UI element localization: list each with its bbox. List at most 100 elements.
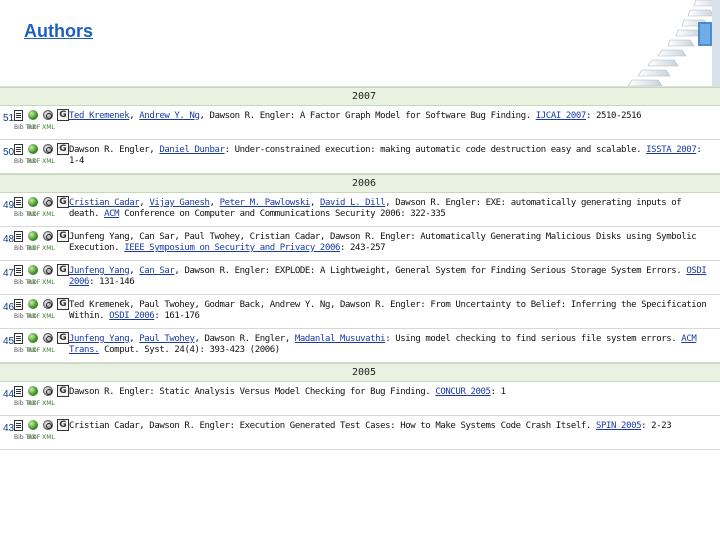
citation-fragment: : 243-257 xyxy=(340,243,386,253)
citation-link[interactable]: Ted Kremenek xyxy=(69,111,130,121)
citation-link[interactable]: CONCUR 2005 xyxy=(435,387,491,397)
citation-text: Ted Kremenek, Paul Twohey, Godmar Back, … xyxy=(69,300,714,322)
citeseer-search-icon[interactable] xyxy=(43,110,53,120)
citation-link[interactable]: Can Sar xyxy=(139,266,175,276)
entry-number: 47 xyxy=(3,268,15,279)
citation-fragment: , xyxy=(309,198,320,208)
publication-entry: 51 G Bib TeX RDF XML Ted Kremenek, Andrew Y.… xyxy=(0,106,720,140)
electronic-edition-icon[interactable] xyxy=(14,386,23,397)
electronic-edition-icon[interactable] xyxy=(14,231,23,242)
globe-icon[interactable] xyxy=(28,386,38,396)
entry-number: 50 xyxy=(3,147,15,158)
rdf-xml-icon[interactable]: RDF XML xyxy=(28,435,55,441)
citeseer-search-icon[interactable] xyxy=(43,386,53,396)
rdf-xml-icon[interactable]: RDF XML xyxy=(28,401,55,407)
entry-number: 51 xyxy=(3,113,15,124)
citation-link[interactable]: Cristian Cadar xyxy=(69,198,140,208)
citation-link[interactable]: Junfeng Yang xyxy=(69,334,130,344)
rdf-xml-icon[interactable]: RDF XML xyxy=(28,314,55,320)
citation-fragment: : Using model checking to find serious f… xyxy=(385,334,682,344)
rdf-xml-icon[interactable]: RDF XML xyxy=(28,246,55,252)
electronic-edition-icon[interactable] xyxy=(14,333,23,344)
google-scholar-icon[interactable]: G xyxy=(57,264,69,276)
citation-fragment: , xyxy=(129,266,140,276)
citation-fragment: , xyxy=(129,334,140,344)
citation-fragment: Cristian Cadar, Dawson R. Engler: Execut… xyxy=(69,421,596,431)
electronic-edition-icon[interactable] xyxy=(14,299,23,310)
globe-icon[interactable] xyxy=(28,265,38,275)
citation-link[interactable]: OSDI 2006 xyxy=(109,311,155,321)
citation-link[interactable]: Andrew Y. Ng xyxy=(139,111,200,121)
citation-link[interactable]: Junfeng Yang xyxy=(69,266,130,276)
citation-link[interactable]: Madanlal Musuvathi xyxy=(295,334,386,344)
entry-number: 43 xyxy=(3,423,15,434)
year-label: 2005 xyxy=(351,367,377,378)
page-title[interactable]: Authors xyxy=(24,21,93,42)
rdf-xml-icon[interactable]: RDF XML xyxy=(28,348,55,354)
citation-link[interactable]: Vijay Ganesh xyxy=(149,198,210,208)
google-scholar-icon[interactable]: G xyxy=(57,143,69,155)
citation-link[interactable]: SPIN 2005 xyxy=(596,421,642,431)
publication-entry: 45 G Bib TeX RDF XML Junfeng Yang, Paul Twoh… xyxy=(0,329,720,363)
globe-icon[interactable] xyxy=(28,299,38,309)
citation-link[interactable]: Paul Twohey xyxy=(139,334,195,344)
electronic-edition-icon[interactable] xyxy=(14,420,23,431)
citeseer-search-icon[interactable] xyxy=(43,144,53,154)
citeseer-search-icon[interactable] xyxy=(43,265,53,275)
google-scholar-icon[interactable]: G xyxy=(57,230,69,242)
citeseer-search-icon[interactable] xyxy=(43,231,53,241)
entry-icons: G Bib TeX RDF XML xyxy=(14,229,70,259)
entry-icons: G Bib TeX RDF XML xyxy=(14,142,70,172)
globe-icon[interactable] xyxy=(28,420,38,430)
electronic-edition-icon[interactable] xyxy=(14,144,23,155)
citation-text: Dawson R. Engler: Static Analysis Versus… xyxy=(69,387,714,398)
globe-icon[interactable] xyxy=(28,110,38,120)
citation-link[interactable]: IJCAI 2007 xyxy=(536,111,587,121)
citation-link[interactable]: IEEE Symposium on Security and Privacy 2… xyxy=(124,243,340,253)
citation-fragment: , xyxy=(139,198,150,208)
rdf-xml-icon[interactable]: RDF XML xyxy=(28,280,55,286)
entry-number: 45 xyxy=(3,336,15,347)
year-label: 2007 xyxy=(351,91,377,102)
globe-icon[interactable] xyxy=(28,333,38,343)
citeseer-search-icon[interactable] xyxy=(43,197,53,207)
citation-link[interactable]: Daniel Dunbar xyxy=(159,145,225,155)
google-scholar-icon[interactable]: G xyxy=(57,385,69,397)
citation-fragment: Dawson R. Engler, xyxy=(69,145,160,155)
globe-icon[interactable] xyxy=(28,144,38,154)
rdf-xml-icon[interactable]: RDF XML xyxy=(28,212,55,218)
citation-fragment: Conference on Computer and Communication… xyxy=(119,209,446,219)
google-scholar-icon[interactable]: G xyxy=(57,332,69,344)
electronic-edition-icon[interactable] xyxy=(14,110,23,121)
google-scholar-icon[interactable]: G xyxy=(57,196,69,208)
entry-number: 48 xyxy=(3,234,15,245)
electronic-edition-icon[interactable] xyxy=(14,265,23,276)
citation-text: Junfeng Yang, Can Sar, Dawson R. Engler:… xyxy=(69,266,714,288)
citeseer-search-icon[interactable] xyxy=(43,299,53,309)
globe-icon[interactable] xyxy=(28,231,38,241)
citation-fragment: , Dawson R. Engler: EXPLODE: A Lightweig… xyxy=(174,266,687,276)
google-scholar-icon[interactable]: G xyxy=(57,109,69,121)
electronic-edition-icon[interactable] xyxy=(14,197,23,208)
publication-entry: 48 G Bib TeX RDF XML Junfeng Yang, Can Sar, … xyxy=(0,227,720,261)
citeseer-search-icon[interactable] xyxy=(43,333,53,343)
entry-icons: G Bib TeX RDF XML xyxy=(14,263,70,293)
citation-link[interactable]: ACM xyxy=(104,209,119,219)
rdf-xml-icon[interactable]: RDF XML xyxy=(28,125,55,131)
google-scholar-icon[interactable]: G xyxy=(57,419,69,431)
citation-link[interactable]: ISSTA 2007 xyxy=(646,145,697,155)
publication-entry: 49 G Bib TeX RDF XML Cristian Cadar, Vijay G… xyxy=(0,193,720,227)
publication-entry: 50 G Bib TeX RDF XML Dawson R. Engler, Danie… xyxy=(0,140,720,174)
citation-text: Ted Kremenek, Andrew Y. Ng, Dawson R. En… xyxy=(69,111,714,122)
google-scholar-icon[interactable]: G xyxy=(57,298,69,310)
citation-link[interactable]: David L. Dill xyxy=(320,198,386,208)
citation-fragment: : 1 xyxy=(490,387,506,397)
citeseer-search-icon[interactable] xyxy=(43,420,53,430)
year-label: 2006 xyxy=(351,178,377,189)
entry-number: 49 xyxy=(3,200,15,211)
citation-fragment: , Dawson R. Engler, xyxy=(194,334,295,344)
globe-icon[interactable] xyxy=(28,197,38,207)
rdf-xml-icon[interactable]: RDF XML xyxy=(28,159,55,165)
citation-link[interactable]: Peter M. Pawlowski xyxy=(220,198,311,208)
staircase-decoration xyxy=(628,0,720,86)
